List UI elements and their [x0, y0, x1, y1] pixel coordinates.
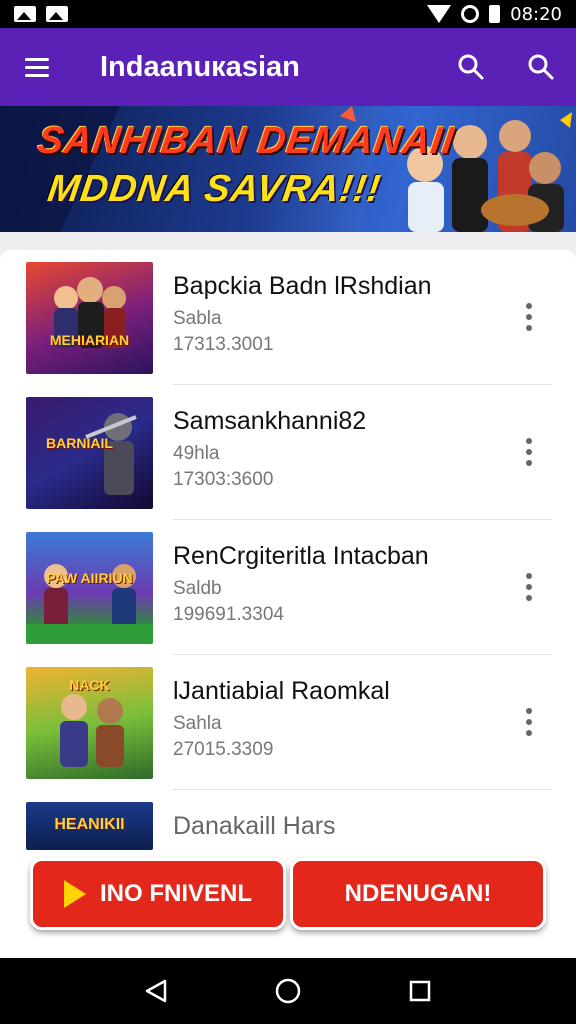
banner-headline: SANНIBAN DEMANAII — [35, 120, 458, 162]
gallery-notification-icon — [14, 6, 36, 22]
more-options-button[interactable] — [514, 699, 544, 745]
item-title: RenCrgiteritla Intacban — [173, 542, 429, 570]
more-vert-icon — [526, 573, 532, 579]
thumbnail-caption: PAW AIIRIUN — [46, 570, 133, 586]
app-bar: Indaanuкasian — [0, 28, 576, 106]
more-vert-icon — [526, 303, 532, 309]
secondary-action-label: NDENUGAN! — [344, 880, 492, 907]
list-item[interactable]: PAW AIIRIUN RenCrgiteritla Intacban Sald… — [0, 520, 576, 655]
item-thumbnail: BARNIAIL — [26, 397, 153, 509]
search-icon — [528, 54, 554, 80]
wifi-icon — [427, 5, 452, 23]
thumbnail-caption: HEANIKII — [54, 816, 125, 833]
more-vert-icon — [526, 708, 532, 714]
banner-subheadline: MDDNA SAVRA!!! — [45, 168, 384, 210]
gallery-notification-icon — [46, 6, 68, 22]
status-bar: 08:20 — [0, 0, 576, 28]
play-button-label: INO FNIVENL — [99, 880, 252, 907]
more-vert-icon — [526, 438, 532, 444]
item-title: lJantiabial Raomkal — [173, 677, 390, 705]
back-icon — [145, 979, 167, 1003]
app-title: Indaanuкasian — [100, 50, 300, 83]
item-subtitle: Saldb — [173, 578, 222, 599]
list-item[interactable]: MEHIARIAN Baрckia Badn lRshdian Sabla 17… — [0, 250, 576, 385]
list-item[interactable]: BARNIAIL Samsankhanni82 49hla 17303:3600 — [0, 385, 576, 520]
battery-icon — [489, 5, 501, 23]
status-time: 08:20 — [510, 3, 562, 25]
search-button[interactable] — [436, 28, 506, 106]
promo-banner[interactable]: SANНIBAN DEMANAII MDDNA SAVRA!!! — [0, 106, 576, 232]
back-button[interactable] — [131, 966, 181, 1016]
item-meta: 199691.3304 — [173, 604, 284, 625]
system-nav-bar — [0, 958, 576, 1024]
item-thumbnail: NACK — [26, 667, 153, 779]
more-options-button[interactable] — [514, 294, 544, 340]
item-thumbnail: MEHIARIAN — [26, 262, 153, 374]
item-title: Danakaill Hars — [173, 812, 336, 840]
search-icon — [458, 54, 484, 80]
item-subtitle: Sabla — [173, 308, 222, 329]
secondary-action-button[interactable]: NDENUGAN! — [290, 858, 546, 930]
alarm-icon — [461, 5, 480, 23]
thumbnail-caption: NACK — [69, 677, 110, 693]
menu-button[interactable] — [0, 28, 74, 106]
more-options-button[interactable] — [514, 564, 544, 610]
search-button-secondary[interactable] — [506, 28, 576, 106]
item-subtitle: Sahla — [173, 713, 222, 734]
play-icon — [63, 880, 86, 908]
item-meta: 17303:3600 — [173, 469, 274, 490]
home-icon — [275, 978, 301, 1004]
item-thumbnail: HEANIKII — [26, 802, 153, 850]
content-list: MEHIARIAN Baрckia Badn lRshdian Sabla 17… — [0, 250, 576, 958]
item-meta: 17313.3001 — [173, 334, 274, 355]
play-button[interactable]: INO FNIVENL — [30, 858, 286, 930]
item-title: Samsankhanni82 — [173, 407, 367, 435]
recents-icon — [409, 980, 431, 1002]
menu-icon — [25, 57, 49, 61]
thumbnail-caption: MEHIARIAN — [49, 332, 130, 348]
home-button[interactable] — [263, 966, 313, 1016]
item-thumbnail: PAW AIIRIUN — [26, 532, 153, 644]
item-meta: 27015.3309 — [173, 739, 274, 760]
item-subtitle: 49hla — [173, 443, 220, 464]
thumbnail-caption: BARNIAIL — [46, 435, 113, 451]
item-title: Baрckia Badn lRshdian — [173, 272, 432, 300]
list-item[interactable]: NACK lJantiabial Raomkal Sahla 27015.330… — [0, 655, 576, 790]
more-options-button[interactable] — [514, 429, 544, 475]
recents-button[interactable] — [395, 966, 445, 1016]
